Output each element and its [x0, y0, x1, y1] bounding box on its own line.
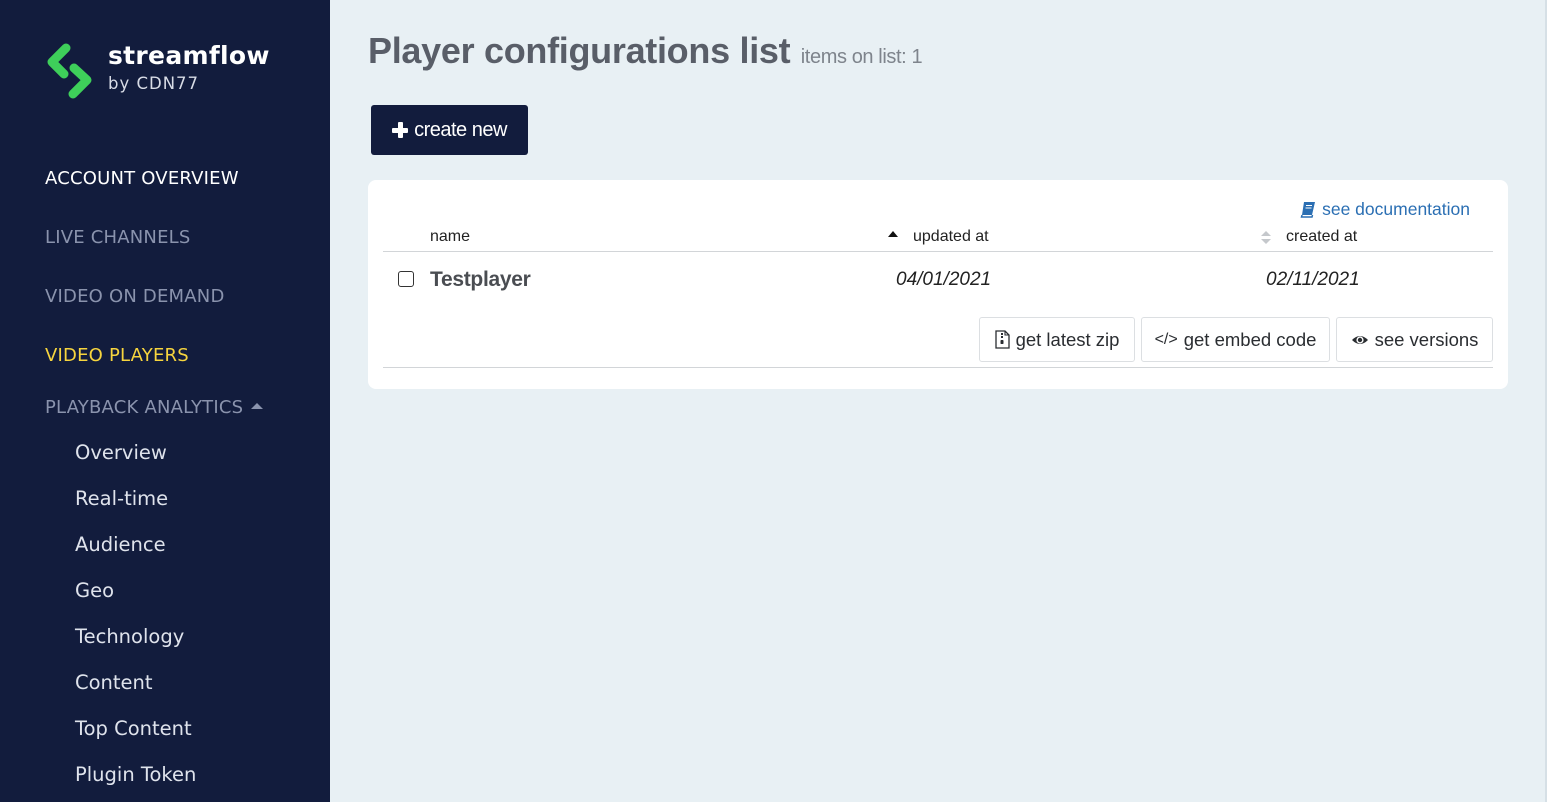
book-icon [1300, 202, 1316, 218]
see-versions-button[interactable]: see versions [1336, 317, 1493, 362]
sidebar: streamflow by CDN77 ACCOUNT OVERVIEW LIV… [0, 0, 330, 802]
items-count: items on list: 1 [800, 46, 923, 68]
caret-up-icon [251, 403, 264, 409]
sidebar-item-account-overview[interactable]: ACCOUNT OVERVIEW [45, 168, 239, 189]
get-latest-zip-button[interactable]: get latest zip [979, 317, 1135, 362]
page-header: Player configurations list items on list… [368, 30, 923, 72]
row-divider [383, 367, 1493, 368]
plus-icon [392, 122, 409, 138]
main-content: Player configurations list items on list… [330, 0, 1547, 802]
row-updated-at: 04/01/2021 [896, 269, 992, 290]
row-name[interactable]: Testplayer [430, 268, 531, 292]
get-latest-zip-label: get latest zip [1015, 328, 1120, 350]
sidebar-item-label: VIDEO ON DEMAND [45, 286, 225, 307]
get-embed-code-button[interactable]: </> get embed code [1141, 317, 1330, 362]
see-documentation-link[interactable]: see documentation [1300, 199, 1470, 220]
page-title: Player configurations list [368, 30, 791, 71]
brand-name: streamflow [108, 41, 270, 70]
sidebar-item-label: ACCOUNT OVERVIEW [45, 168, 239, 189]
row-created-at: 02/11/2021 [1266, 269, 1360, 290]
sidebar-subitem-audience[interactable]: Audience [75, 533, 166, 556]
sidebar-subitem-overview[interactable]: Overview [75, 441, 167, 464]
sort-icon[interactable] [1261, 230, 1271, 246]
sidebar-subitem-content[interactable]: Content [75, 671, 153, 694]
brand-logo[interactable]: streamflow by CDN77 [44, 42, 270, 100]
zip-file-icon [994, 330, 1010, 349]
header-divider [383, 251, 1493, 252]
player-config-table: see documentation name updated at create… [368, 180, 1508, 389]
see-versions-label: see versions [1374, 328, 1479, 350]
code-icon: </> [1154, 330, 1178, 348]
sidebar-item-video-on-demand[interactable]: VIDEO ON DEMAND [45, 286, 225, 307]
sort-ascending-icon[interactable] [888, 231, 898, 237]
sidebar-item-label: LIVE CHANNELS [45, 227, 191, 248]
sidebar-subitem-geo[interactable]: Geo [75, 579, 114, 602]
sidebar-item-live-channels[interactable]: LIVE CHANNELS [45, 227, 191, 248]
eye-icon [1351, 334, 1369, 346]
see-documentation-label: see documentation [1322, 199, 1470, 219]
column-header-updated-at[interactable]: updated at [913, 228, 989, 246]
sidebar-item-label: VIDEO PLAYERS [45, 345, 189, 366]
create-new-label: create new [414, 118, 507, 141]
brand-subtitle: by CDN77 [108, 74, 200, 93]
get-embed-code-label: get embed code [1183, 328, 1317, 350]
row-checkbox[interactable] [398, 271, 414, 287]
create-new-button[interactable]: create new [371, 105, 528, 155]
sidebar-subitem-technology[interactable]: Technology [75, 625, 184, 648]
sidebar-item-playback-analytics[interactable]: PLAYBACK ANALYTICS [45, 397, 264, 418]
sidebar-subitem-plugin-token[interactable]: Plugin Token [75, 763, 196, 786]
streamflow-logo-icon [47, 43, 92, 99]
sidebar-subitem-real-time[interactable]: Real-time [75, 487, 168, 510]
sidebar-item-label: PLAYBACK ANALYTICS [45, 397, 244, 418]
column-header-name[interactable]: name [430, 228, 470, 246]
sidebar-subitem-top-content[interactable]: Top Content [75, 717, 192, 740]
column-header-created-at[interactable]: created at [1286, 228, 1357, 246]
sidebar-item-video-players[interactable]: VIDEO PLAYERS [45, 345, 189, 366]
